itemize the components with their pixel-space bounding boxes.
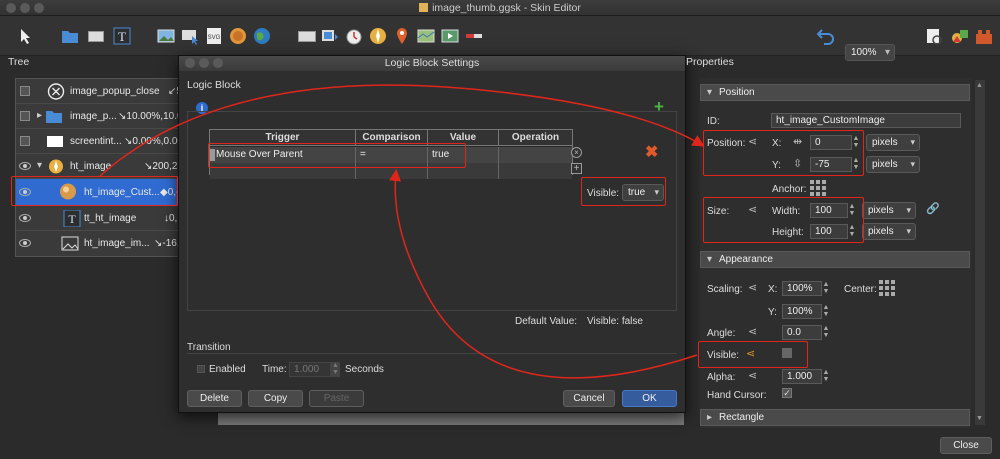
arrow-to-position [99, 84, 705, 177]
annotation-arrows [99, 84, 705, 379]
arrow-to-trigger [389, 169, 698, 379]
